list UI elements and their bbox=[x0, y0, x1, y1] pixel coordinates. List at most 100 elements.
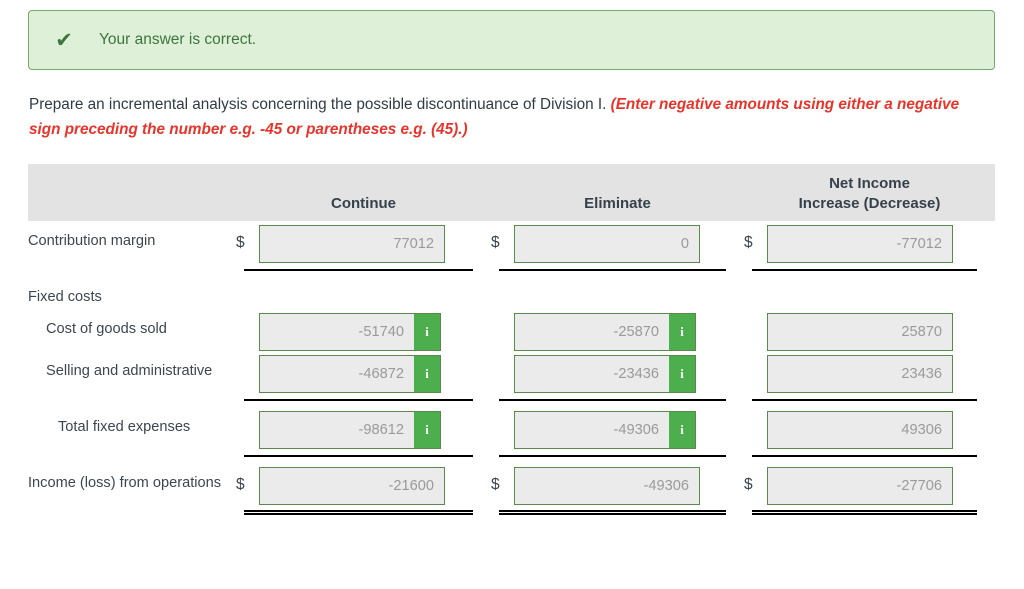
table-cell bbox=[744, 309, 995, 351]
currency-symbol: $ bbox=[236, 234, 245, 251]
amount-field[interactable] bbox=[767, 411, 953, 449]
underline-line bbox=[244, 269, 473, 271]
underline-segment bbox=[236, 509, 491, 515]
amount-field[interactable]: i bbox=[514, 313, 696, 351]
underline-segment bbox=[744, 509, 995, 515]
underline-segment bbox=[491, 455, 744, 457]
table-cell: i bbox=[491, 407, 744, 449]
table-body: Contribution margin $ $ $ Fixed costs Cost of… bbox=[28, 221, 995, 519]
amount-input[interactable] bbox=[768, 468, 952, 504]
amount-field[interactable] bbox=[767, 355, 953, 393]
row-label: Income (loss) from operations bbox=[28, 475, 222, 491]
currency-symbol: $ bbox=[744, 476, 753, 493]
table-cell: i bbox=[491, 309, 744, 351]
currency-symbol: $ bbox=[744, 234, 753, 251]
underline-line bbox=[752, 269, 977, 271]
table-cell: $ bbox=[491, 463, 744, 505]
amount-field[interactable] bbox=[259, 225, 445, 263]
row-underline bbox=[28, 393, 995, 407]
underline-segment bbox=[744, 399, 995, 401]
amount-input[interactable] bbox=[515, 412, 669, 448]
amount-field[interactable]: i bbox=[514, 355, 696, 393]
amount-input[interactable] bbox=[515, 226, 699, 262]
amount-input[interactable] bbox=[515, 314, 669, 350]
header-eliminate: Eliminate bbox=[584, 195, 651, 212]
table-cell: $ bbox=[236, 463, 491, 505]
amount-input[interactable] bbox=[260, 356, 414, 392]
table-cell: $ bbox=[744, 221, 995, 263]
table-cell bbox=[744, 351, 995, 393]
underline-line bbox=[499, 269, 726, 271]
info-icon-button[interactable]: i bbox=[414, 356, 440, 392]
amount-field[interactable] bbox=[259, 467, 445, 505]
amount-field[interactable] bbox=[767, 313, 953, 351]
table-cell: i bbox=[236, 309, 491, 351]
table-row: Cost of goods sold i i bbox=[28, 309, 995, 351]
amount-field[interactable] bbox=[767, 467, 953, 505]
amount-input[interactable] bbox=[260, 468, 444, 504]
amount-field[interactable] bbox=[767, 225, 953, 263]
table-cell: i bbox=[236, 407, 491, 449]
table-row: Income (loss) from operations $ $ $ bbox=[28, 463, 995, 505]
amount-input[interactable] bbox=[515, 356, 669, 392]
incremental-analysis-table: Continue Eliminate Net Income Increase (… bbox=[28, 164, 995, 519]
underline-line bbox=[499, 509, 726, 515]
header-net-income-line2: Increase (Decrease) bbox=[798, 195, 941, 212]
info-icon-button[interactable]: i bbox=[414, 412, 440, 448]
amount-input[interactable] bbox=[260, 314, 414, 350]
row-underline bbox=[28, 263, 995, 277]
amount-field[interactable] bbox=[514, 225, 700, 263]
amount-input[interactable] bbox=[768, 226, 952, 262]
instruction-main: Prepare an incremental analysis concerni… bbox=[29, 96, 607, 113]
underline-segment bbox=[236, 455, 491, 457]
row-label: Fixed costs bbox=[28, 289, 102, 305]
header-net-income: Net Income Increase (Decrease) bbox=[744, 174, 995, 221]
amount-field[interactable]: i bbox=[259, 355, 441, 393]
alert-box: ✔ Your answer is correct. bbox=[28, 10, 995, 70]
info-icon-button[interactable]: i bbox=[414, 314, 440, 350]
underline-segment bbox=[236, 269, 491, 271]
underline-segment bbox=[491, 509, 744, 515]
table-row: Fixed costs bbox=[28, 277, 995, 309]
amount-input[interactable] bbox=[768, 412, 952, 448]
amount-input[interactable] bbox=[260, 412, 414, 448]
header-continue: Continue bbox=[331, 195, 396, 212]
row-label: Selling and administrative bbox=[46, 363, 213, 379]
currency-symbol: $ bbox=[491, 234, 500, 251]
answer-status-alert: ✔ Your answer is correct. bbox=[28, 10, 995, 70]
alert-message: Your answer is correct. bbox=[99, 31, 257, 48]
table-cell: i bbox=[236, 351, 491, 393]
info-icon-button[interactable]: i bbox=[669, 356, 695, 392]
underline-line bbox=[499, 455, 726, 457]
underline-line bbox=[244, 455, 473, 457]
table-cell: i bbox=[491, 351, 744, 393]
amount-input[interactable] bbox=[768, 314, 952, 350]
header-label-col bbox=[28, 214, 236, 221]
table-row: Selling and administrative i i bbox=[28, 351, 995, 393]
underline-line bbox=[244, 509, 473, 515]
amount-input[interactable] bbox=[768, 356, 952, 392]
currency-symbol: $ bbox=[491, 476, 500, 493]
underline-line bbox=[752, 455, 977, 457]
row-underline bbox=[28, 505, 995, 519]
underline-line bbox=[499, 399, 726, 401]
table-row: Total fixed expenses i i bbox=[28, 407, 995, 449]
table-cell: $ bbox=[236, 221, 491, 263]
row-label: Total fixed expenses bbox=[58, 419, 191, 435]
info-icon-button[interactable]: i bbox=[669, 314, 695, 350]
instruction-text: Prepare an incremental analysis concerni… bbox=[29, 92, 989, 142]
amount-field[interactable]: i bbox=[259, 313, 441, 351]
underline-segment bbox=[491, 269, 744, 271]
info-icon-button[interactable]: i bbox=[669, 412, 695, 448]
underline-segment bbox=[491, 399, 744, 401]
amount-field[interactable]: i bbox=[259, 411, 441, 449]
amount-field[interactable]: i bbox=[514, 411, 696, 449]
amount-input[interactable] bbox=[260, 226, 444, 262]
currency-symbol: $ bbox=[236, 476, 245, 493]
row-underline bbox=[28, 449, 995, 463]
underline-segment bbox=[744, 455, 995, 457]
check-icon: ✔ bbox=[55, 28, 73, 52]
amount-field[interactable] bbox=[514, 467, 700, 505]
amount-input[interactable] bbox=[515, 468, 699, 504]
table-cell: $ bbox=[744, 463, 995, 505]
